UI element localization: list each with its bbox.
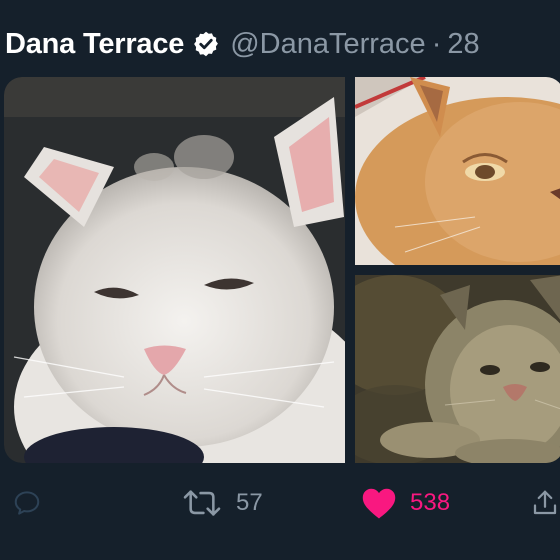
verified-badge-icon xyxy=(192,30,220,58)
separator-dot: · xyxy=(431,27,442,60)
like-count: 538 xyxy=(410,489,451,516)
author-name[interactable]: Dana Terrace xyxy=(5,28,184,61)
retweet-icon xyxy=(183,490,221,516)
share-button[interactable] xyxy=(530,478,560,528)
retweet-button[interactable]: 57 xyxy=(180,478,263,528)
reply-button[interactable] xyxy=(12,478,42,528)
orange-cat-photo-icon xyxy=(355,77,560,265)
tweet-timestamp[interactable]: 28 xyxy=(447,28,479,61)
tweet-header: Dana Terrace @DanaTerrace · 28 xyxy=(0,20,560,68)
painted-cat-photo-icon xyxy=(355,275,560,463)
media-image-orange-cat[interactable] xyxy=(355,77,560,265)
reply-icon xyxy=(14,491,40,515)
media-image-white-kitten[interactable] xyxy=(4,77,345,463)
media-image-painted-cat[interactable] xyxy=(355,275,560,463)
author-handle[interactable]: @DanaTerrace xyxy=(230,28,425,61)
retweet-count: 57 xyxy=(236,489,263,516)
media-grid xyxy=(4,77,560,463)
white-kitten-photo-icon xyxy=(4,77,345,463)
tweet-actions: 57 538 xyxy=(0,478,560,528)
share-icon xyxy=(533,490,557,515)
heart-icon xyxy=(362,488,396,519)
like-button[interactable]: 538 xyxy=(360,478,450,528)
